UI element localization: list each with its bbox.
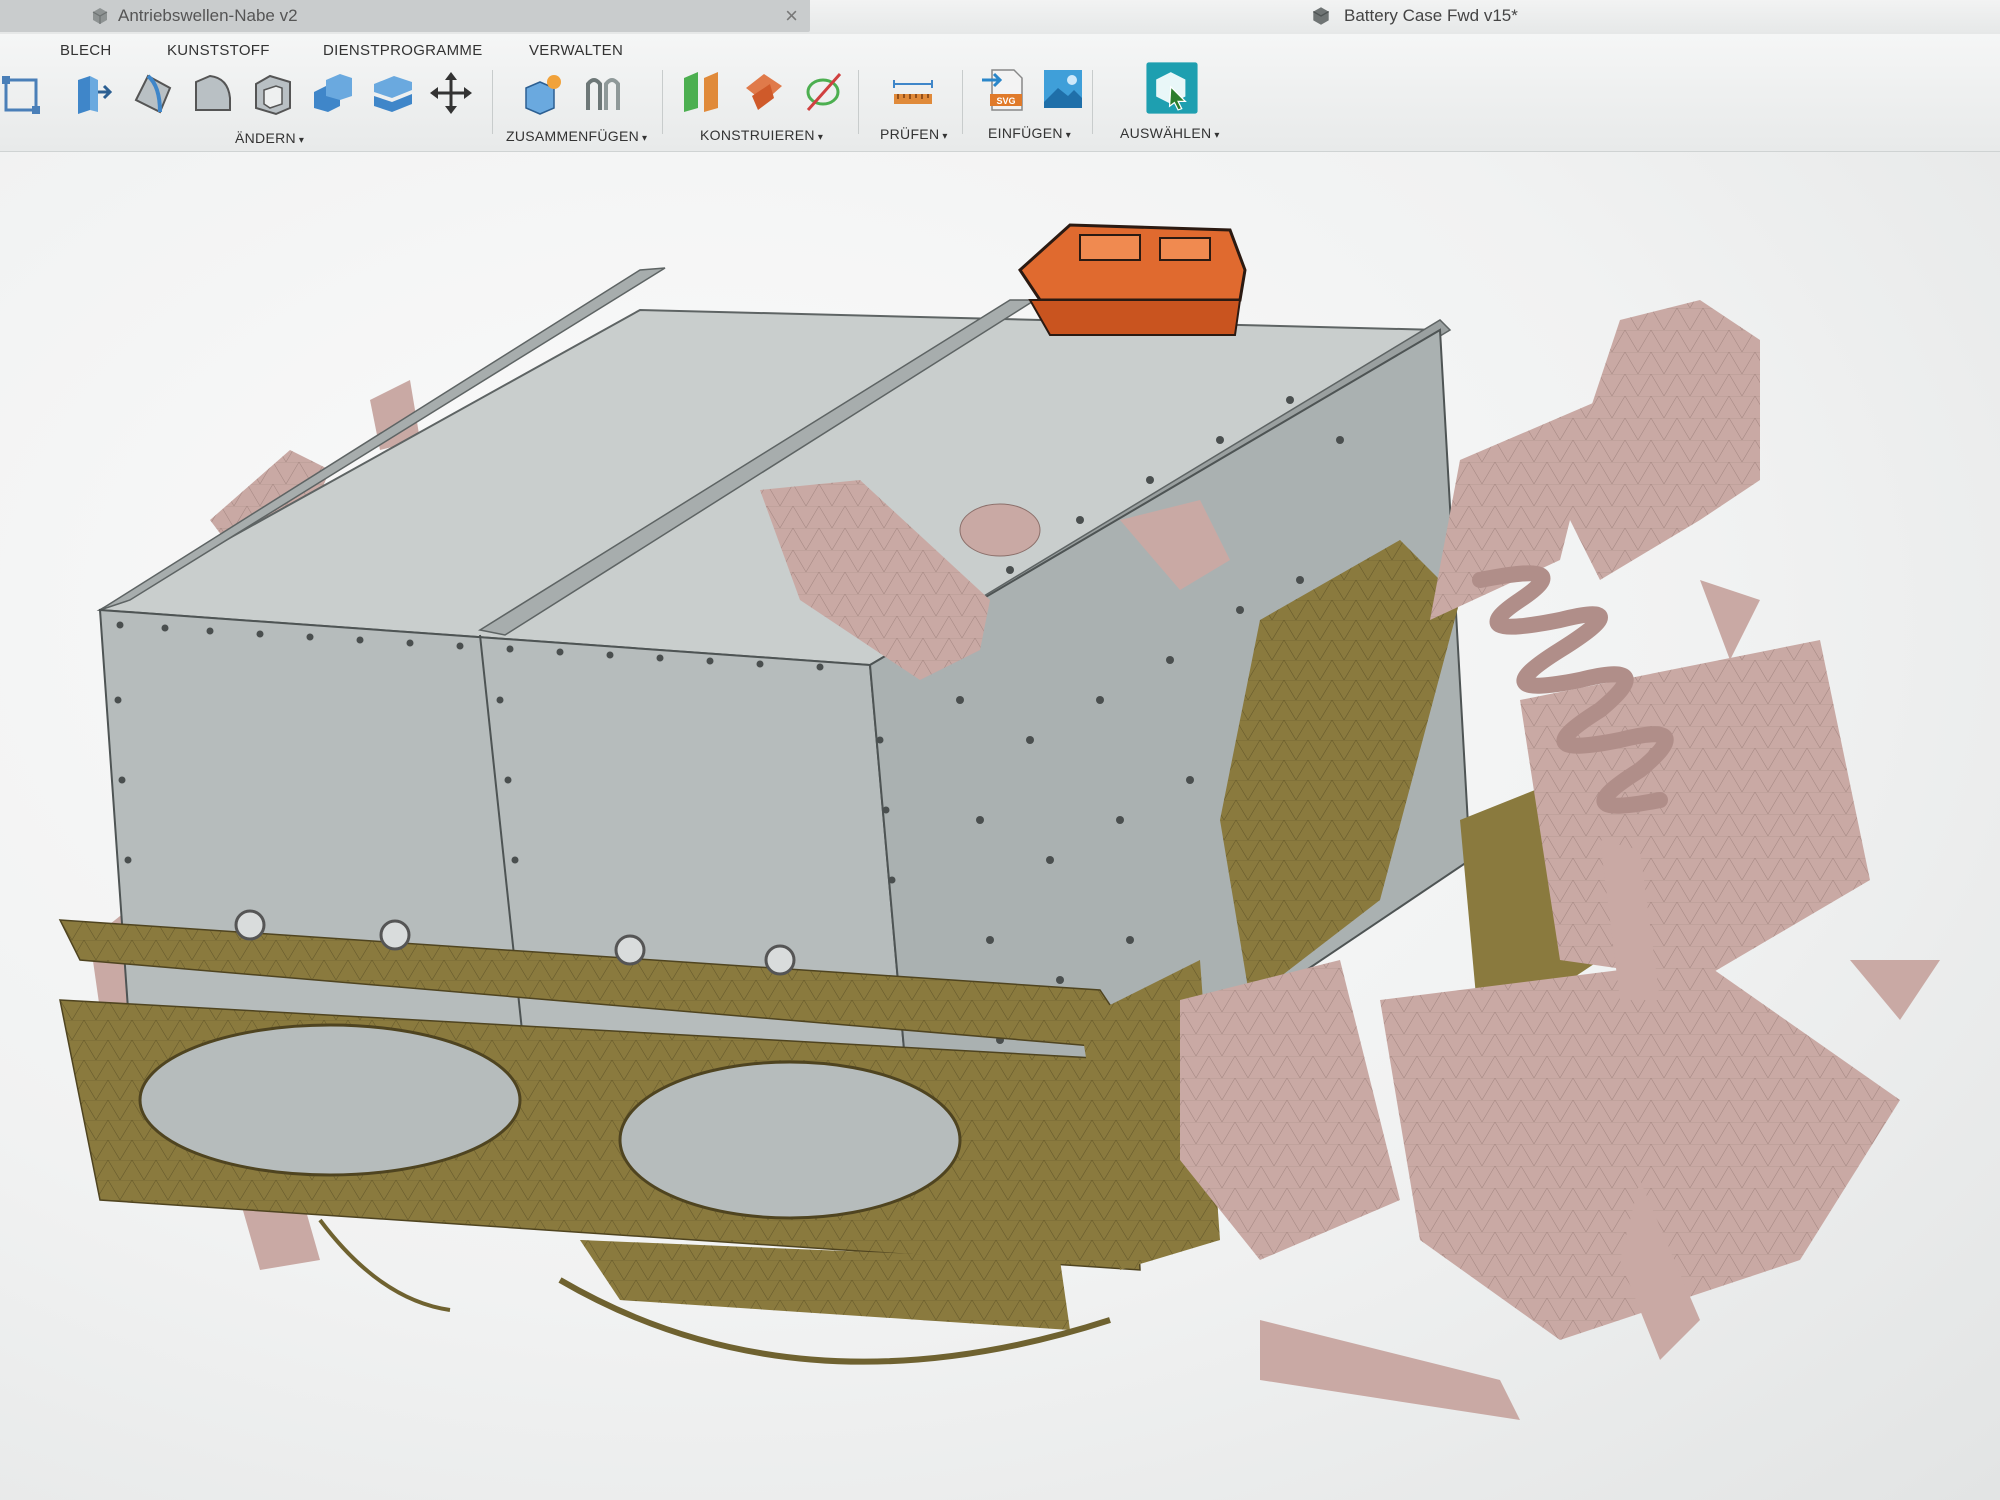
model-scene[interactable] [0, 152, 2000, 1500]
insert-svg-icon: SVG [982, 69, 1023, 111]
component-icon [1312, 7, 1330, 25]
group-zusammenfuegen[interactable]: ZUSAMMENFÜGEN ▾ [506, 128, 647, 144]
decal-icon [1044, 70, 1082, 108]
move-icon [430, 72, 472, 114]
group-konstruieren-label: KONSTRUIEREN [700, 127, 815, 143]
move-button[interactable] [428, 70, 474, 116]
chevron-down-icon: ▾ [942, 131, 948, 142]
shell-icon [255, 74, 291, 116]
group-einfuegen-label: EINFÜGEN [988, 125, 1063, 141]
divider [962, 70, 963, 134]
sketch-icon [2, 76, 40, 114]
insert-svg-button[interactable]: SVG [980, 66, 1026, 112]
svg-badge: SVG [996, 96, 1015, 106]
axis-button[interactable] [800, 68, 846, 114]
tab-verwalten[interactable]: VERWALTEN [529, 42, 623, 59]
close-icon[interactable]: × [785, 3, 798, 29]
group-auswaehlen-label: AUSWÄHLEN [1120, 125, 1212, 141]
document-tab-active[interactable]: Antriebswellen-Nabe v2 × [0, 0, 810, 32]
shell-button[interactable] [250, 70, 296, 116]
group-aendern-label: ÄNDERN [235, 130, 296, 146]
joint-button[interactable] [580, 70, 626, 116]
new-component-icon [525, 75, 561, 115]
fillet-button[interactable] [130, 70, 176, 116]
select-button[interactable] [1144, 60, 1200, 116]
document-tab-bar: Antriebswellen-Nabe v2 × Battery Case Fw… [0, 0, 2000, 34]
tab-dienstprogramme[interactable]: DIENSTPROGRAMME [323, 42, 483, 59]
document-tab-second[interactable]: Battery Case Fwd v15* [1310, 0, 1518, 32]
ribbon-toolbar: BLECH KUNSTSTOFF DIENSTPROGRAMME VERWALT… [0, 34, 2000, 152]
combine-button[interactable] [310, 70, 356, 116]
tab-kunststoff[interactable]: KUNSTSTOFF [167, 42, 270, 59]
plane-at-angle-button[interactable] [740, 68, 786, 114]
group-zusammenfuegen-label: ZUSAMMENFÜGEN [506, 128, 640, 144]
document-tab-title: Antriebswellen-Nabe v2 [118, 6, 298, 25]
chamfer-button[interactable] [190, 70, 236, 116]
group-auswaehlen[interactable]: AUSWÄHLEN ▾ [1120, 125, 1220, 141]
measure-button[interactable] [890, 68, 936, 114]
press-pull-icon [78, 76, 113, 114]
divider [662, 70, 663, 134]
component-icon [92, 8, 108, 24]
new-component-button[interactable] [520, 70, 566, 116]
sketch-tool-button[interactable] [0, 72, 46, 118]
chevron-down-icon: ▾ [298, 135, 305, 146]
select-icon [1146, 62, 1198, 114]
plane-at-angle-icon [746, 74, 782, 110]
control-unit-component[interactable] [1018, 223, 1247, 336]
press-pull-button[interactable] [70, 70, 116, 116]
document-tab-title: Battery Case Fwd v15* [1344, 6, 1518, 25]
chevron-down-icon: ▾ [642, 133, 648, 144]
measure-icon [893, 80, 933, 104]
offset-plane-button[interactable] [680, 68, 726, 114]
joint-icon [586, 78, 620, 110]
offset-face-button[interactable] [370, 70, 416, 116]
offset-face-icon [374, 76, 412, 112]
chevron-down-icon: ▾ [817, 132, 824, 143]
chamfer-icon [195, 74, 231, 111]
group-pruefen-label: PRÜFEN [880, 126, 940, 142]
combine-icon [314, 74, 352, 112]
offset-plane-icon [684, 72, 718, 112]
divider [1092, 70, 1093, 134]
chevron-down-icon: ▾ [1214, 130, 1220, 141]
group-einfuegen[interactable]: EINFÜGEN ▾ [988, 125, 1071, 141]
fillet-icon [134, 74, 172, 114]
group-konstruieren[interactable]: KONSTRUIEREN ▾ [700, 127, 823, 143]
divider [858, 70, 859, 134]
3d-viewport[interactable] [0, 152, 2000, 1500]
group-pruefen[interactable]: PRÜFEN ▾ [880, 126, 948, 142]
tab-blech[interactable]: BLECH [60, 42, 112, 59]
group-aendern[interactable]: ÄNDERN ▾ [235, 130, 304, 146]
divider [492, 70, 493, 134]
decal-button[interactable] [1040, 66, 1086, 112]
axis-icon [806, 73, 842, 111]
chevron-down-icon: ▾ [1065, 130, 1072, 141]
